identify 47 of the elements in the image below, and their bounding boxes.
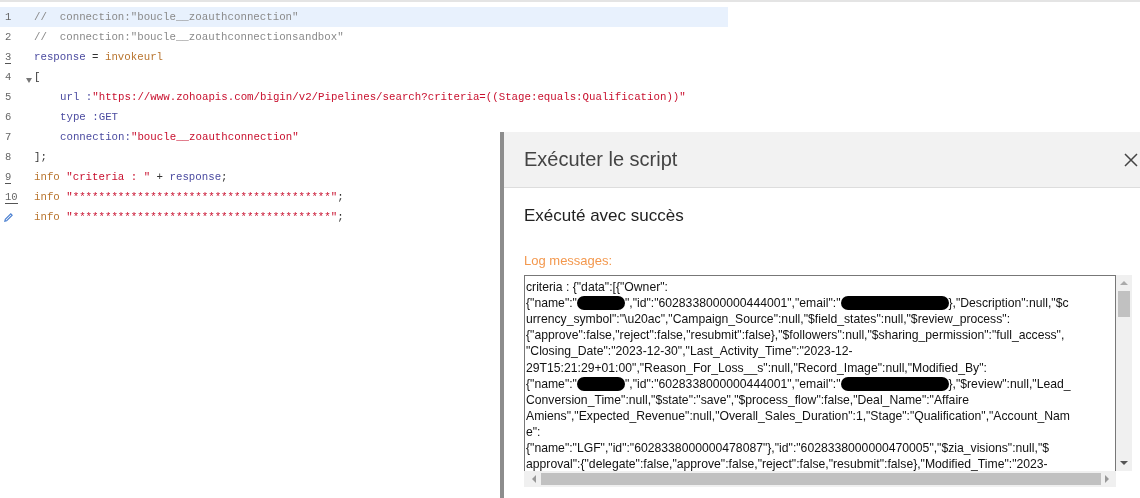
line-number: 7: [5, 130, 12, 144]
log-text: Conversion_Time":null,"$state":"save","$process_flow":false,"Deal_Name":"Affaire: [526, 392, 969, 407]
line-number: 2: [5, 30, 12, 44]
line-number: 1: [5, 10, 12, 24]
code-line: // connection:"boucle__zoauthconnection": [34, 11, 299, 23]
code-line: // connection:"boucle__zoauthconnectionsandbox": [34, 31, 344, 43]
code-line: url :"https://www.zohoapis.com/bigin/v2/Pipelines/search?criteria=((Stage:equals:Qualification))": [59, 91, 686, 103]
log-text: urrency_symbol":"\u20ac","Campaign_Source":null,"$field_states":null,"$review_process":: [526, 312, 1011, 327]
redaction-mark: [576, 296, 625, 311]
line-number: 10: [5, 190, 18, 204]
log-text: {"name":"LGF","id":"6028338000000478087"},"id":"6028338000000470005","$zia_visions":null,"$: [526, 441, 1049, 455]
close-icon[interactable]: [1124, 152, 1138, 167]
redaction-mark: [576, 376, 625, 391]
log-text: {"name":": [526, 376, 577, 391]
log-text: e":: [526, 424, 541, 439]
log-text: ","id":"6028338000000444001","email":": [624, 296, 841, 311]
log-text: {"name":": [526, 296, 577, 311]
code-line: connection:"boucle__zoauthconnection": [59, 131, 299, 143]
vertical-scrollbar[interactable]: [1116, 275, 1132, 471]
code-line: ];: [34, 151, 47, 163]
code-line: info "criteria : " + response;: [34, 171, 228, 183]
line-number: 6: [5, 110, 12, 124]
line-number: 5: [5, 90, 12, 104]
log-text: criteria : {"data":[{"Owner":: [526, 280, 668, 295]
line-number: 4: [5, 70, 12, 84]
log-text: "Closing_Date":"2023-12-30","Last_Activity_Time":"2023-12-: [526, 344, 853, 359]
code-line: [: [34, 71, 41, 83]
dialog-title: Exécuter le script: [524, 148, 678, 171]
log-label: Log messages:: [524, 253, 614, 268]
log-text: ","id":"6028338000000444001","email":": [624, 376, 841, 391]
pencil-icon[interactable]: [3, 211, 14, 223]
fold-arrow-icon[interactable]: [26, 77, 32, 83]
log-text: approval":{"delegate":false,"approve":false,"reject":false,"resubmit":false},"Modified_Time":"2023-: [526, 457, 1048, 471]
horizontal-scrollbar[interactable]: [524, 471, 1116, 487]
log-text: {"approve":false,"reject":false,"resubmit":false},"$followers":null,"$sharing_permission":"full_access",: [526, 328, 1065, 343]
log-text: },"$review":null,"Lead_: [948, 376, 1071, 391]
code-line: info "****************************************";: [34, 211, 344, 223]
code-line: type :GET: [59, 111, 119, 123]
code-line: response = invokeurl: [34, 51, 164, 63]
status-message: Exécuté avec succès: [524, 206, 685, 226]
log-text: Amiens","Expected_Revenue":null,"Overall_Sales_Duration":1,"Stage":"Qualification","Account_Nam: [526, 408, 1070, 423]
line-number: 3: [5, 50, 12, 64]
line-number: 8: [5, 150, 12, 164]
line-number: 9: [5, 170, 12, 184]
log-text: 29T15:21:29+01:00","Reason_For_Loss__s":null,"Record_Image":null,"Modified_By":: [526, 360, 987, 375]
code-line: info "****************************************";: [34, 191, 344, 203]
log-text: },"Description":null,"$c: [948, 296, 1069, 311]
